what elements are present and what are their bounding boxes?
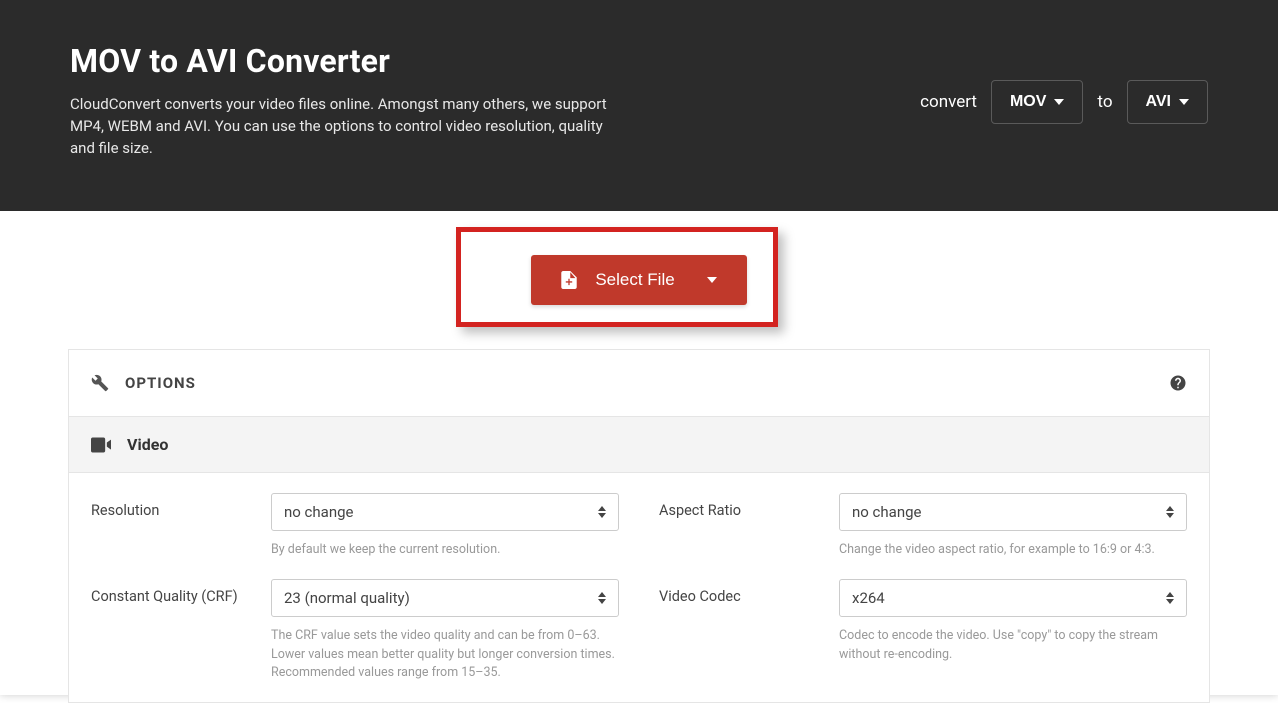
- resolution-value: no change: [284, 503, 354, 521]
- crf-field-group: Constant Quality (CRF) 23 (normal qualit…: [91, 579, 619, 681]
- aspect-ratio-helper: Change the video aspect ratio, for examp…: [839, 541, 1187, 559]
- select-file-button[interactable]: Select File: [531, 255, 746, 305]
- page: MOV to AVI Converter CloudConvert conver…: [0, 0, 1278, 695]
- codec-helper: Codec to encode the video. Use "copy" to…: [839, 627, 1187, 663]
- header-left: MOV to AVI Converter CloudConvert conver…: [70, 42, 630, 159]
- to-format-value: AVI: [1146, 93, 1171, 111]
- video-camera-icon: [91, 437, 111, 453]
- main: Select File OPTIONS Video: [0, 211, 1278, 703]
- options-card: OPTIONS Video Resolution no change: [68, 349, 1210, 703]
- codec-value: x264: [852, 589, 885, 607]
- to-label: to: [1097, 92, 1112, 112]
- page-description: CloudConvert converts your video files o…: [70, 94, 630, 159]
- help-icon[interactable]: [1169, 374, 1187, 392]
- crf-value: 23 (normal quality): [284, 589, 410, 607]
- video-section-header: Video: [69, 417, 1209, 473]
- resolution-label: Resolution: [91, 493, 251, 559]
- codec-label: Video Codec: [659, 579, 819, 681]
- crf-helper: The CRF value sets the video quality and…: [271, 627, 619, 681]
- options-row: Constant Quality (CRF) 23 (normal qualit…: [69, 559, 1209, 701]
- convert-selector: convert MOV to AVI: [920, 80, 1208, 124]
- aspect-ratio-select[interactable]: no change: [839, 493, 1187, 531]
- chevron-down-icon: [1179, 99, 1189, 105]
- video-section-title: Video: [127, 435, 168, 454]
- convert-label: convert: [920, 92, 977, 112]
- codec-select[interactable]: x264: [839, 579, 1187, 617]
- wrench-icon: [91, 374, 109, 392]
- from-format-value: MOV: [1010, 93, 1046, 111]
- to-format-button[interactable]: AVI: [1127, 80, 1208, 124]
- options-title: OPTIONS: [125, 374, 196, 392]
- select-caret-icon: [1166, 592, 1174, 604]
- select-file-label: Select File: [595, 270, 674, 290]
- resolution-select[interactable]: no change: [271, 493, 619, 531]
- chevron-down-icon: [1054, 99, 1064, 105]
- crf-label: Constant Quality (CRF): [91, 579, 251, 681]
- select-caret-icon: [598, 506, 606, 518]
- options-row: Resolution no change By default we keep …: [69, 473, 1209, 559]
- header: MOV to AVI Converter CloudConvert conver…: [0, 0, 1278, 211]
- file-add-icon: [561, 271, 577, 289]
- aspect-ratio-field-group: Aspect Ratio no change Change the video …: [659, 493, 1187, 559]
- page-title: MOV to AVI Converter: [70, 42, 630, 80]
- resolution-field-group: Resolution no change By default we keep …: [91, 493, 619, 559]
- select-caret-icon: [1166, 506, 1174, 518]
- aspect-ratio-label: Aspect Ratio: [659, 493, 819, 559]
- crf-select[interactable]: 23 (normal quality): [271, 579, 619, 617]
- select-caret-icon: [598, 592, 606, 604]
- from-format-button[interactable]: MOV: [991, 80, 1083, 124]
- aspect-ratio-value: no change: [852, 503, 922, 521]
- codec-field-group: Video Codec x264 Codec to encode the vid…: [659, 579, 1187, 681]
- options-header: OPTIONS: [69, 350, 1209, 417]
- resolution-helper: By default we keep the current resolutio…: [271, 541, 619, 559]
- select-file-area: Select File: [0, 211, 1278, 349]
- chevron-down-icon: [707, 277, 717, 283]
